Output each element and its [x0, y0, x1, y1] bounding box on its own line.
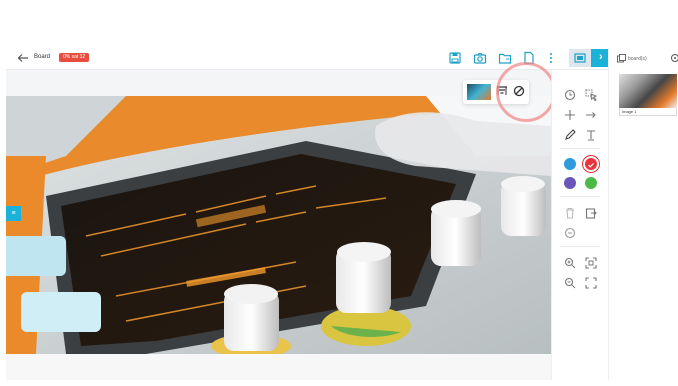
folder-icon[interactable]	[498, 51, 512, 65]
chevron-right-icon: ›	[599, 51, 603, 63]
color-swatch-red-selected[interactable]	[585, 158, 597, 170]
more-icon[interactable]	[547, 51, 555, 65]
zoom-in-icon[interactable]	[563, 256, 577, 270]
trash-icon[interactable]	[563, 206, 577, 220]
select-icon[interactable]	[584, 88, 598, 102]
divider	[560, 246, 600, 247]
arrow-left-icon[interactable]	[16, 51, 30, 68]
tool-panel	[551, 70, 608, 380]
image-thumbnail[interactable]	[467, 84, 491, 100]
fit-icon[interactable]	[584, 256, 598, 270]
photo-ventilator-panel	[6, 96, 551, 354]
canvas-footer	[6, 354, 551, 380]
board-title: Board	[34, 54, 51, 60]
divider	[560, 196, 600, 197]
floating-image-toolbar	[463, 80, 529, 104]
canvas-area[interactable]	[6, 70, 551, 354]
board-thumbnail[interactable]	[619, 74, 677, 108]
boards-icon	[617, 54, 626, 63]
fullscreen-icon[interactable]	[584, 276, 598, 290]
camera-icon[interactable]	[473, 51, 487, 65]
export-icon[interactable]	[584, 206, 598, 220]
color-swatch-purple[interactable]	[564, 177, 576, 189]
side-panel-toggle[interactable]: ≡	[6, 206, 21, 221]
zoom-out-icon[interactable]	[563, 276, 577, 290]
settings-icon[interactable]	[670, 53, 678, 63]
save-icon[interactable]	[448, 51, 462, 65]
top-toolbar: Board 0% sat 32 ›	[6, 48, 613, 70]
boards-title: board(s)	[628, 56, 647, 62]
board-thumbnail-label: Image 1	[619, 108, 677, 116]
pen-icon[interactable]	[563, 128, 577, 142]
color-swatch-green[interactable]	[585, 177, 597, 189]
crosshair-icon[interactable]	[563, 108, 577, 122]
block-icon[interactable]	[512, 84, 526, 98]
view-toggle-button[interactable]	[569, 49, 591, 67]
boards-panel: board(s) Image 1	[608, 48, 678, 380]
clock-icon[interactable]	[563, 88, 577, 102]
text-icon[interactable]	[584, 128, 598, 142]
divider	[560, 148, 600, 149]
app-window: Board 0% sat 32 › ≡ board(s) Image 1	[0, 0, 678, 386]
arrow-right-icon[interactable]	[584, 108, 598, 122]
filter-icon[interactable]	[495, 84, 509, 98]
file-icon[interactable]	[522, 51, 536, 65]
status-badge: 0% sat 32	[59, 53, 90, 62]
color-swatch-blue[interactable]	[564, 158, 576, 170]
history-icon[interactable]	[563, 226, 577, 240]
